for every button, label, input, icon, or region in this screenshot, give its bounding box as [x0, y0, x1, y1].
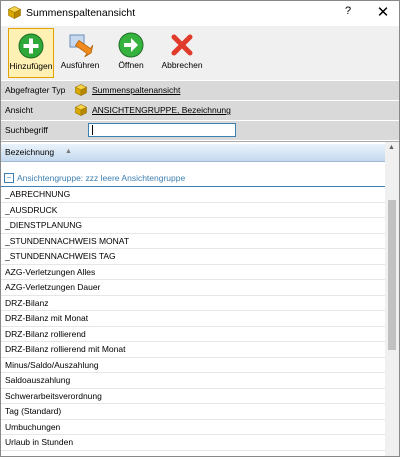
list-item[interactable]: DRZ-Bilanz mit Monat — [1, 311, 385, 327]
list-item[interactable]: Minus/Saldo/Auszahlung — [1, 358, 385, 373]
scroll-up-icon[interactable]: ▲ — [388, 144, 395, 151]
list-item[interactable]: DRZ-Bilanz rollierend mit Monat — [1, 342, 385, 358]
view-link[interactable]: ANSICHTENGRUPPE, Bezeichnung — [92, 105, 231, 115]
cube-icon — [75, 84, 87, 96]
toolbar: Hinzufügen Ausführen Öffnen Abbrechen — [1, 26, 399, 80]
execute-button-label: Ausführen — [60, 60, 100, 70]
view-label: Ansicht — [5, 105, 33, 115]
queried-type-link[interactable]: Summenspaltenansicht — [92, 85, 180, 95]
group-row[interactable]: − Ansichtengruppe: zzz leere Ansichtengr… — [1, 171, 385, 187]
list-item[interactable]: _STUNDENNACHWEIS MONAT — [1, 234, 385, 249]
list-item[interactable]: DRZ-Bilanz — [1, 296, 385, 311]
help-button[interactable]: ? — [341, 5, 355, 21]
open-button-label: Öffnen — [118, 60, 144, 70]
collapse-toggle-icon[interactable]: − — [4, 173, 14, 183]
vertical-scrollbar[interactable]: ▲ — [385, 142, 399, 456]
list-item[interactable]: Schwerarbeitsverordnung — [1, 389, 385, 404]
list-items: _ABRECHNUNG _AUSDRUCK _DIENSTPLANUNG _ST… — [1, 187, 385, 451]
list-item[interactable]: AZG-Verletzungen Alles — [1, 265, 385, 280]
add-button-label: Hinzufügen — [9, 61, 53, 71]
list-item[interactable]: Saldoauszahlung — [1, 373, 385, 389]
list-item[interactable]: DRZ-Bilanz rollierend — [1, 327, 385, 342]
column-header-bezeichnung[interactable]: Bezeichnung ▲ — [1, 144, 385, 162]
cancel-button[interactable]: Abbrechen — [159, 28, 205, 78]
list-item[interactable]: _STUNDENNACHWEIS TAG — [1, 249, 385, 265]
cube-icon — [75, 104, 87, 116]
add-icon — [18, 33, 44, 59]
close-button[interactable]: ✕ — [371, 3, 395, 23]
text-caret — [92, 125, 93, 135]
add-button[interactable]: Hinzufügen — [8, 28, 54, 78]
group-label: Ansichtengruppe: zzz leere Ansichtengrup… — [17, 173, 186, 183]
sort-ascending-icon: ▲ — [65, 148, 72, 155]
scrollbar-thumb[interactable] — [388, 200, 396, 350]
list-item[interactable]: AZG-Verletzungen Dauer — [1, 280, 385, 296]
open-button[interactable]: Öffnen — [111, 28, 151, 78]
open-icon — [118, 32, 144, 58]
title-bar: Summenspaltenansicht ? ✕ — [1, 1, 399, 25]
execute-button[interactable]: Ausführen — [57, 28, 103, 78]
list-item[interactable]: Umbuchungen — [1, 420, 385, 435]
view-row: Ansicht ANSICHTENGRUPPE, Bezeichnung — [1, 101, 399, 120]
search-input[interactable] — [88, 123, 236, 137]
dialog-window: Summenspaltenansicht ? ✕ Hinzufügen Ausf… — [0, 0, 400, 457]
cube-icon — [8, 6, 21, 19]
list-item[interactable]: _DIENSTPLANUNG — [1, 218, 385, 234]
results-list: Bezeichnung ▲ − Ansichtengruppe: zzz lee… — [1, 141, 399, 456]
column-header-label: Bezeichnung — [5, 147, 55, 157]
cancel-icon — [171, 34, 193, 56]
list-item[interactable]: _ABRECHNUNG — [1, 187, 385, 203]
list-item[interactable]: Tag (Standard) — [1, 404, 385, 420]
execute-icon — [69, 34, 94, 58]
search-label: Suchbegriff — [5, 125, 48, 135]
queried-type-label: Abgefragter Typ — [5, 85, 66, 95]
window-title: Summenspaltenansicht — [26, 7, 136, 19]
queried-type-row: Abgefragter Typ Summenspaltenansicht — [1, 81, 399, 100]
cancel-button-label: Abbrechen — [161, 60, 203, 70]
list-item[interactable]: Urlaub in Stunden — [1, 435, 385, 451]
list-item[interactable]: _AUSDRUCK — [1, 203, 385, 218]
